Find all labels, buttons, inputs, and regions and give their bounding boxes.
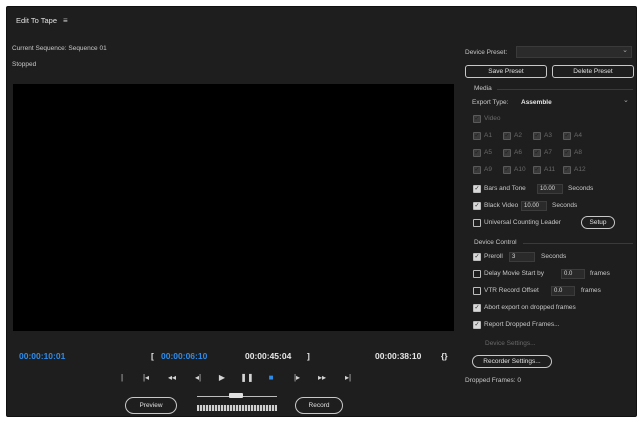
audio-a4-checkbox[interactable]: ✓ (563, 132, 571, 140)
in-bracket: [ (151, 351, 154, 361)
device-preset-select[interactable]: ⌄ (516, 46, 632, 58)
preview-button[interactable]: Preview (125, 397, 177, 414)
audio-a3-label: A3 (544, 132, 552, 139)
audio-a8-checkbox[interactable]: ✓ (563, 149, 571, 157)
step-back-icon[interactable]: ◂| (191, 373, 205, 382)
current-sequence-label: Current Sequence: Sequence 01 (12, 45, 107, 52)
preroll-unit: Seconds (541, 253, 567, 260)
go-to-out-icon[interactable]: ▸| (341, 373, 355, 382)
fast-forward-icon[interactable]: ▸▸ (315, 373, 329, 382)
duration-timecode[interactable]: 00:00:38:10 (375, 351, 421, 361)
audio-a4-label: A4 (574, 132, 582, 139)
dropped-frames-label: Dropped Frames: 0 (465, 377, 521, 384)
audio-a3-checkbox[interactable]: ✓ (533, 132, 541, 140)
in-point-timecode[interactable]: 00:00:06:10 (161, 351, 207, 361)
bars-and-tone-label: Bars and Tone (484, 185, 526, 192)
audio-a9-label: A9 (484, 166, 492, 173)
audio-a5-checkbox[interactable]: ✓ (473, 149, 481, 157)
mark-in-icon[interactable]: | (115, 373, 129, 382)
video-viewer (13, 84, 454, 331)
delay-movie-start-unit: frames (590, 270, 610, 277)
abort-on-dropped-label: Abort export on dropped frames (484, 304, 576, 311)
delay-movie-start-field[interactable]: 0.0 (561, 269, 585, 279)
audio-a12-checkbox[interactable]: ✓ (563, 166, 571, 174)
bars-and-tone-checkbox[interactable]: ✓ (473, 185, 481, 193)
audio-a5-label: A5 (484, 149, 492, 156)
settings-panel: Device Preset: ⌄ Save Preset Delete Pres… (463, 7, 638, 416)
out-bracket: ] (307, 351, 310, 361)
audio-a11-label: A11 (544, 166, 556, 173)
audio-a7-checkbox[interactable]: ✓ (533, 149, 541, 157)
audio-a6-label: A6 (514, 149, 522, 156)
preroll-label: Preroll (484, 253, 503, 260)
setup-button[interactable]: Setup (581, 216, 615, 229)
delay-movie-start-label: Delay Movie Start by (484, 270, 544, 277)
abort-on-dropped-checkbox[interactable]: ✓ (473, 304, 481, 312)
recorder-settings-button[interactable]: Recorder Settings... (472, 355, 552, 368)
audio-a11-checkbox[interactable]: ✓ (533, 166, 541, 174)
vtr-record-offset-field[interactable]: 0.0 (551, 286, 575, 296)
media-divider (497, 89, 633, 90)
pause-icon[interactable]: ❚❚ (240, 373, 254, 382)
audio-a6-checkbox[interactable]: ✓ (503, 149, 511, 157)
record-button[interactable]: Record (295, 397, 343, 414)
report-dropped-checkbox[interactable]: ✓ (473, 321, 481, 329)
vtr-record-offset-unit: frames (581, 287, 601, 294)
universal-counting-leader-checkbox[interactable] (473, 219, 481, 227)
menu-icon[interactable]: ≡ (63, 16, 68, 25)
current-timecode[interactable]: 00:00:10:01 (19, 351, 65, 361)
report-dropped-label: Report Dropped Frames... (484, 321, 560, 328)
device-control-header: Device Control (474, 239, 517, 246)
bars-and-tone-field[interactable]: 10.00 (537, 184, 563, 194)
device-settings-button[interactable]: Device Settings... (485, 340, 536, 347)
status-text: Stopped (12, 61, 37, 68)
audio-a12-label: A12 (574, 166, 586, 173)
export-type-value[interactable]: Assemble (521, 99, 552, 106)
save-preset-button[interactable]: Save Preset (465, 65, 547, 78)
bars-and-tone-unit: Seconds (568, 185, 594, 192)
vtr-record-offset-label: VTR Record Offset (484, 287, 539, 294)
audio-a8-label: A8 (574, 149, 582, 156)
video-checkbox[interactable]: ✓ (473, 115, 481, 123)
audio-a10-checkbox[interactable]: ✓ (503, 166, 511, 174)
shuttle-slider[interactable] (229, 393, 243, 398)
vtr-record-offset-checkbox[interactable] (473, 287, 481, 295)
audio-a7-label: A7 (544, 149, 552, 156)
rewind-icon[interactable]: ◂◂ (165, 373, 179, 382)
black-video-unit: Seconds (552, 202, 578, 209)
black-video-checkbox[interactable]: ✓ (473, 202, 481, 210)
black-video-label: Black Video (484, 202, 519, 209)
export-type-label: Export Type: (472, 99, 509, 106)
black-video-field[interactable]: 10.00 (521, 201, 547, 211)
audio-a2-checkbox[interactable]: ✓ (503, 132, 511, 140)
chevron-down-icon: ⌄ (622, 47, 628, 54)
export-type-chevron-icon[interactable]: ⌄ (623, 96, 629, 104)
stop-icon[interactable]: ■ (264, 373, 278, 382)
audio-a1-checkbox[interactable]: ✓ (473, 132, 481, 140)
delete-preset-button[interactable]: Delete Preset (552, 65, 634, 78)
preroll-checkbox[interactable]: ✓ (473, 253, 481, 261)
video-label: Video (484, 115, 501, 122)
out-point-timecode[interactable]: 00:00:45:04 (245, 351, 291, 361)
audio-a10-label: A10 (514, 166, 526, 173)
window-title: Edit To Tape (16, 15, 58, 25)
step-forward-icon[interactable]: |▸ (290, 373, 304, 382)
audio-a1-label: A1 (484, 132, 492, 139)
device-control-divider (523, 243, 633, 244)
device-preset-label: Device Preset: (465, 49, 508, 56)
audio-a9-checkbox[interactable]: ✓ (473, 166, 481, 174)
go-to-in-icon[interactable]: |◂ (139, 373, 153, 382)
preroll-field[interactable]: 3 (509, 252, 535, 262)
delay-movie-start-checkbox[interactable] (473, 270, 481, 278)
play-icon[interactable]: ▶ (215, 373, 229, 382)
jog-wheel[interactable] (197, 405, 277, 411)
edit-to-tape-window: Edit To Tape ≡ Current Sequence: Sequenc… (6, 6, 637, 417)
duration-icon: {} (441, 351, 448, 361)
universal-counting-leader-label: Universal Counting Leader (484, 219, 561, 226)
audio-a2-label: A2 (514, 132, 522, 139)
media-header: Media (474, 85, 492, 92)
